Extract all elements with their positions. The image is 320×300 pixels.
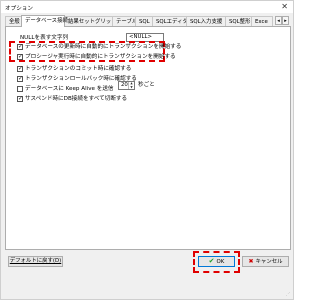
tab-sql-format[interactable]: SQL整形 <box>225 16 252 26</box>
ok-label: OK <box>216 259 225 265</box>
keep-alive-interval-value: 20 <box>121 82 128 88</box>
spin-down-icon[interactable]: ▼ <box>129 85 134 90</box>
keep-alive-interval-spinner[interactable]: 20 ▲ ▼ <box>118 81 135 90</box>
tab-sql-editor[interactable]: SQLエディタ <box>152 16 188 26</box>
disconnect-on-suspend-checkbox[interactable]: ✓ <box>17 96 23 102</box>
auto-transaction-procedure-checkbox[interactable]: ✓ <box>17 54 23 60</box>
option-label: データベースの更新時に自動的にトランザクションを開始する <box>25 44 182 50</box>
confirm-rollback-checkbox[interactable]: ✓ <box>17 76 23 82</box>
ok-button[interactable]: ✔ OK <box>198 256 235 267</box>
options-dialog: オプション ✕ 全般 データベース接続 結果セットグリッド テーブル SQL S… <box>0 0 294 300</box>
cancel-label: キャンセル <box>255 259 283 265</box>
option-label: プロシージャ実行時に自動的にトランザクションを開始する <box>25 54 176 60</box>
keep-alive-checkbox[interactable] <box>17 86 23 92</box>
window-title: オプション <box>5 6 33 12</box>
tab-database-connection[interactable]: データベース接続 <box>21 15 68 27</box>
tab-scroll-left-icon[interactable]: ◂ <box>275 16 282 25</box>
restore-defaults-label: デフォルトに戻す(D) <box>9 258 62 264</box>
spinner-arrows[interactable]: ▲ ▼ <box>128 81 134 90</box>
tab-scroll-right-icon[interactable]: ▸ <box>282 16 289 25</box>
restore-defaults-button[interactable]: デフォルトに戻す(D) <box>8 256 63 267</box>
keep-alive-unit-label: 秒ごと <box>138 82 155 88</box>
confirm-commit-checkbox[interactable]: ✓ <box>17 66 23 72</box>
database-connection-panel: NULLを表す文字列 <NULL> ✓ データベースの更新時に自動的にトランザク… <box>5 26 291 250</box>
tab-general[interactable]: 全般 <box>5 16 22 26</box>
close-icon[interactable]: ✕ <box>281 2 288 12</box>
option-label: データベースに Keep Alive を送信 <box>25 86 114 92</box>
tab-result-grid[interactable]: 結果セットグリッド <box>64 16 117 26</box>
resize-grip-icon[interactable]: ⋰ <box>286 292 292 298</box>
auto-transaction-update-checkbox[interactable]: ✓ <box>17 44 23 50</box>
cancel-button[interactable]: ✖ キャンセル <box>242 256 289 267</box>
tab-excel[interactable]: Exce <box>251 16 273 26</box>
title-bar: オプション ✕ <box>1 1 293 13</box>
tab-sql-assist[interactable]: SQL入力支援 <box>186 16 226 26</box>
tab-sql[interactable]: SQL <box>135 16 153 26</box>
check-icon: ✔ <box>208 257 215 265</box>
close-icon: ✖ <box>248 258 254 265</box>
option-label: サスペンド時にDB接続をすべて切断する <box>25 96 128 102</box>
tab-table[interactable]: テーブル <box>112 16 137 26</box>
option-label: トランザクションのコミット時に確認する <box>25 66 132 72</box>
